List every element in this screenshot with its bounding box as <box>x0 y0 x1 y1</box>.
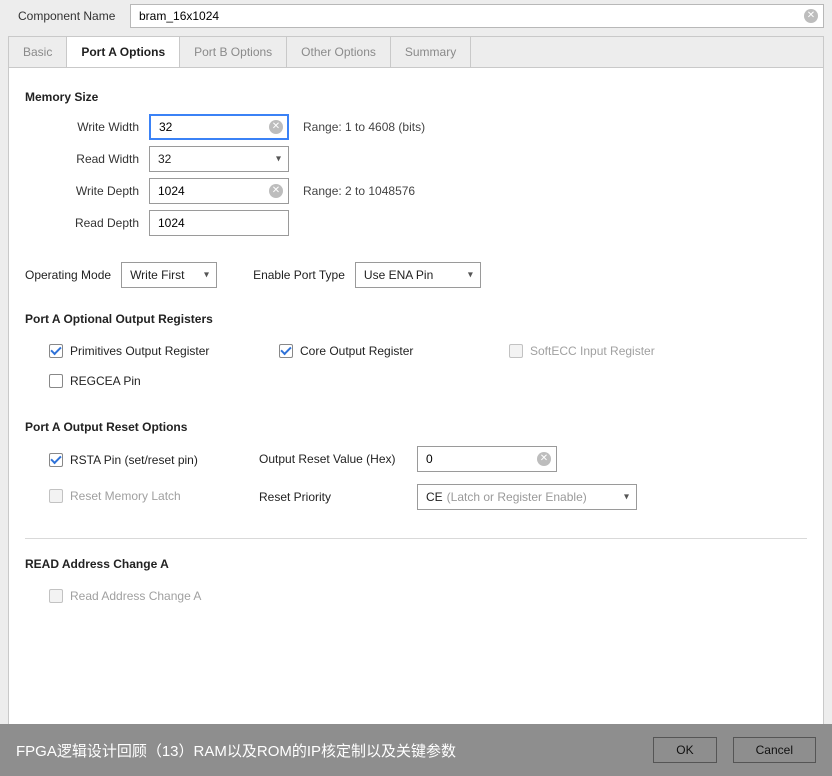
tab-port-b-options[interactable]: Port B Options <box>180 37 287 67</box>
operating-row: Operating Mode Write First ▾ Enable Port… <box>25 262 807 288</box>
optional-registers-title: Port A Optional Output Registers <box>25 312 807 326</box>
divider <box>25 538 807 539</box>
reset-memory-latch-checkbox: Reset Memory Latch <box>49 489 181 503</box>
reset-priority-label: Reset Priority <box>259 490 417 504</box>
enable-port-type-label: Enable Port Type <box>253 268 345 282</box>
rsta-row: RSTA Pin (set/reset pin) Output Reset Va… <box>49 446 807 472</box>
clear-icon[interactable]: ✕ <box>804 9 818 23</box>
write-depth-row: Write Depth ✕ Range: 2 to 1048576 <box>25 178 807 204</box>
clear-icon[interactable]: ✕ <box>269 120 283 134</box>
tab-panel: Memory Size Write Width ✕ Range: 1 to 46… <box>8 67 824 735</box>
cancel-button[interactable]: Cancel <box>733 737 816 763</box>
softecc-input-register-checkbox: SoftECC Input Register <box>509 344 719 358</box>
read-depth-row: Read Depth <box>25 210 807 236</box>
write-width-field: ✕ <box>149 114 289 140</box>
reset-options-title: Port A Output Reset Options <box>25 420 807 434</box>
primitives-output-register-label: Primitives Output Register <box>70 344 209 358</box>
read-width-value: 32 <box>158 152 171 166</box>
enable-port-type-select[interactable]: Use ENA Pin ▾ <box>355 262 481 288</box>
reset-memory-latch-label: Reset Memory Latch <box>70 489 181 503</box>
operating-mode-value: Write First <box>130 268 184 282</box>
read-address-change-a-label: Read Address Change A <box>70 589 201 603</box>
component-name-row: Component Name ✕ <box>0 0 832 36</box>
read-address-title: READ Address Change A <box>25 557 807 571</box>
read-address-change-a-checkbox: Read Address Change A <box>49 589 259 603</box>
core-output-register-checkbox[interactable]: Core Output Register <box>279 344 489 358</box>
tab-port-a-options[interactable]: Port A Options <box>67 36 180 67</box>
tab-basic[interactable]: Basic <box>9 37 67 67</box>
tab-other-options[interactable]: Other Options <box>287 37 391 67</box>
reset-options-section: Port A Output Reset Options RSTA Pin (se… <box>25 420 807 510</box>
output-reset-value-field: ✕ <box>417 446 557 472</box>
tabs: Basic Port A Options Port B Options Othe… <box>8 36 824 67</box>
softecc-input-register-label: SoftECC Input Register <box>530 344 655 358</box>
memory-size-title: Memory Size <box>25 90 807 104</box>
read-address-section: READ Address Change A Read Address Chang… <box>25 557 807 611</box>
read-depth-input[interactable] <box>149 210 289 236</box>
read-width-select[interactable]: 32 ▾ <box>149 146 289 172</box>
tab-summary[interactable]: Summary <box>391 37 471 67</box>
write-width-input[interactable] <box>149 114 289 140</box>
operating-mode-select[interactable]: Write First ▾ <box>121 262 217 288</box>
regcea-pin-label: REGCEA Pin <box>70 374 141 388</box>
rsta-pin-checkbox[interactable]: RSTA Pin (set/reset pin) <box>49 453 198 467</box>
output-reset-value-label: Output Reset Value (Hex) <box>259 452 417 466</box>
read-depth-label: Read Depth <box>49 216 149 230</box>
enable-port-block: Enable Port Type Use ENA Pin ▾ <box>253 262 481 288</box>
write-depth-input[interactable] <box>149 178 289 204</box>
enable-port-type-value: Use ENA Pin <box>364 268 433 282</box>
rsta-pin-label: RSTA Pin (set/reset pin) <box>70 453 198 467</box>
output-reset-value-input[interactable] <box>417 446 557 472</box>
operating-mode-block: Operating Mode Write First ▾ <box>25 262 217 288</box>
clear-icon[interactable]: ✕ <box>537 452 551 466</box>
reset-priority-hint: (Latch or Register Enable) <box>447 490 587 504</box>
read-width-label: Read Width <box>49 152 149 166</box>
write-width-range: Range: 1 to 4608 (bits) <box>303 120 425 134</box>
clear-icon[interactable]: ✕ <box>269 184 283 198</box>
footer-message: FPGA逻辑设计回顾（13）RAM以及ROM的IP核定制以及关键参数 <box>16 740 637 761</box>
component-name-input[interactable] <box>130 4 824 28</box>
operating-mode-label: Operating Mode <box>25 268 111 282</box>
footer-bar: FPGA逻辑设计回顾（13）RAM以及ROM的IP核定制以及关键参数 OK Ca… <box>0 724 832 776</box>
write-width-label: Write Width <box>49 120 149 134</box>
core-output-register-label: Core Output Register <box>300 344 413 358</box>
app-window: Component Name ✕ Basic Port A Options Po… <box>0 0 832 776</box>
write-depth-label: Write Depth <box>49 184 149 198</box>
checkbox-icon <box>49 344 63 358</box>
checkbox-icon <box>49 453 63 467</box>
read-width-row: Read Width 32 ▾ <box>25 146 807 172</box>
checkbox-icon <box>279 344 293 358</box>
primitives-output-register-checkbox[interactable]: Primitives Output Register <box>49 344 259 358</box>
reset-priority-row: Reset Memory Latch Reset Priority CE (Lat… <box>49 484 807 510</box>
write-width-row: Write Width ✕ Range: 1 to 4608 (bits) <box>25 114 807 140</box>
tabs-shell: Basic Port A Options Port B Options Othe… <box>8 36 824 735</box>
read-address-grid: Read Address Change A <box>25 581 807 611</box>
regcea-pin-checkbox[interactable]: REGCEA Pin <box>49 374 259 388</box>
checkbox-icon <box>49 489 63 503</box>
reset-priority-select[interactable]: CE(Latch or Register Enable) ▾ <box>417 484 637 510</box>
ok-button[interactable]: OK <box>653 737 716 763</box>
reset-priority-value: CE <box>426 490 443 504</box>
memory-size-section: Memory Size Write Width ✕ Range: 1 to 46… <box>25 90 807 236</box>
optional-registers-section: Port A Optional Output Registers Primiti… <box>25 312 807 396</box>
checkbox-icon <box>509 344 523 358</box>
write-depth-range: Range: 2 to 1048576 <box>303 184 415 198</box>
read-depth-field <box>149 210 289 236</box>
checkbox-icon <box>49 374 63 388</box>
write-depth-field: ✕ <box>149 178 289 204</box>
component-name-label: Component Name <box>18 9 130 23</box>
optional-registers-grid: Primitives Output Register Core Output R… <box>25 336 807 396</box>
checkbox-icon <box>49 589 63 603</box>
component-name-field: ✕ <box>130 4 824 28</box>
reset-options-grid: RSTA Pin (set/reset pin) Output Reset Va… <box>25 446 807 510</box>
